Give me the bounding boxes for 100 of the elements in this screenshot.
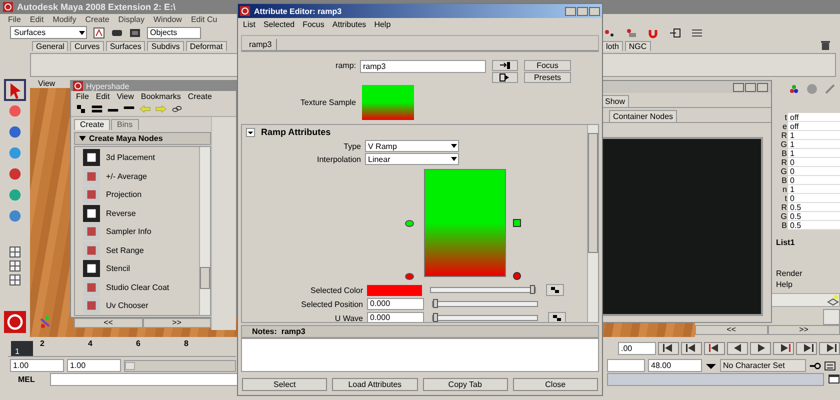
menu-item[interactable]: Window [154,15,182,24]
editor-button[interactable]: Focus [524,60,571,71]
layout-icon[interactable] [9,274,21,286]
shelf-tab[interactable]: loth [602,40,623,50]
close-button[interactable] [589,6,600,16]
menu-item[interactable]: List [243,20,256,29]
menu-item[interactable]: Focus [302,20,324,29]
time-slider[interactable]: 1 2 4 6 8 [8,339,236,357]
maximize-button[interactable] [577,6,588,16]
slider-track[interactable] [432,315,538,321]
range-start-field[interactable]: 1.00 [67,359,121,372]
window-control[interactable] [757,82,768,92]
action-button[interactable]: Load Attributes [332,378,418,391]
command-input[interactable] [50,372,238,386]
menu-item[interactable]: Create [188,92,212,101]
checker-icon[interactable] [75,103,87,115]
action-button[interactable]: Copy Tab [422,378,508,391]
app-logo-icon[interactable] [4,311,26,333]
trash-icon[interactable] [821,40,830,51]
node-list-item[interactable]: 3d Placement [83,149,199,166]
nav-button[interactable]: << [695,325,768,335]
ramp-handle[interactable] [405,220,414,227]
node-list-item[interactable]: Projection [83,186,199,204]
render-icon[interactable] [93,26,105,38]
layout-icon[interactable] [9,260,21,272]
node-list-item[interactable]: +/- Average [83,168,199,185]
minimize-button[interactable] [565,6,576,16]
node-list-item[interactable]: Set Range [83,242,199,259]
channel-value[interactable]: off [788,113,840,122]
channel-value[interactable]: 0 [788,176,840,185]
channel-value[interactable]: 0 [788,167,840,176]
menu-item[interactable]: Selected [263,20,295,29]
node-name-field[interactable]: ramp3 [360,60,486,73]
channel-value[interactable]: 1 [788,140,840,149]
scrollbar[interactable] [587,125,598,322]
delete-handle[interactable] [513,272,521,280]
script-editor-icon[interactable] [828,373,840,385]
shelf-set-dropdown[interactable]: Surfaces [10,26,87,39]
preferences-icon[interactable] [824,360,836,372]
current-frame-marker[interactable]: 1 [11,341,33,356]
nav-button[interactable]: >> [142,318,211,328]
slider-thumb[interactable] [433,299,438,308]
shelf-tab[interactable]: NGC [624,40,651,50]
channel-value[interactable]: 1 [788,185,840,194]
option-dropdown[interactable]: Linear [365,153,459,165]
channel-value[interactable]: 1 [788,131,840,140]
selection-mode-field[interactable]: Objects [147,26,201,38]
step-back-key-button[interactable] [704,342,725,354]
collapse-icon[interactable] [246,128,255,136]
ramp-handle[interactable] [405,273,414,280]
menu-item[interactable]: View [38,79,56,88]
notes-field[interactable] [241,338,599,372]
menu-item[interactable]: File [8,15,21,24]
node-list-item[interactable]: Stencil [83,260,199,278]
menu-item[interactable]: Help [776,280,840,289]
action-button[interactable]: Select [242,378,328,391]
link-icon[interactable] [171,103,183,115]
tab[interactable]: ramp3 [245,39,277,50]
menu-item[interactable]: Bookmarks [140,92,181,101]
shelf-tab[interactable]: Subdivs [147,40,184,50]
map-texture-button[interactable] [548,312,566,322]
window-control[interactable] [733,82,744,92]
split-layout-icon[interactable] [91,103,103,115]
shelf-tab[interactable]: Deformat [186,40,227,50]
shelf-tab[interactable]: Curves [70,40,104,50]
window-control[interactable] [745,82,756,92]
character-set-field[interactable]: No Character Set [720,359,806,372]
input-connections-button[interactable] [492,60,518,71]
option-dropdown[interactable]: V Ramp [365,140,459,152]
slider-track[interactable] [430,287,536,293]
range-slider-thumb[interactable] [125,362,135,370]
step-forward-key-button[interactable] [773,342,794,354]
nav-button[interactable]: >> [768,325,840,335]
tab[interactable]: Bins [111,119,139,130]
menu-item[interactable]: Render [776,269,840,278]
map-texture-button[interactable] [546,284,564,296]
channel-value[interactable]: 0.5 [788,203,840,212]
scrollbar[interactable] [823,309,840,325]
menu-item[interactable]: Create [85,15,110,24]
channel-value[interactable]: 1 [788,149,840,158]
node-list-item[interactable]: Sampler Info [83,223,199,240]
channel-value[interactable]: 0 [788,158,840,167]
channel-value[interactable]: 0.5 [788,212,840,221]
menu-item[interactable]: View [116,92,134,101]
step-back-frame-button[interactable] [681,342,702,354]
menu-item[interactable]: Help [374,20,391,29]
nav-button[interactable]: << [74,318,142,328]
section-header[interactable]: Create Maya Nodes [74,132,211,145]
menu-item[interactable]: File [76,92,89,101]
range-slider[interactable] [124,360,236,372]
new-layer-icon[interactable] [827,294,839,306]
panel-tab[interactable]: Show [601,95,630,107]
current-time-field[interactable]: .00 [618,342,656,354]
output-connections-button[interactable] [492,72,518,83]
select-arrow-icon[interactable] [6,81,24,99]
menu-item[interactable]: Modify [52,15,76,24]
go-to-end-button[interactable] [819,342,840,354]
channel-value[interactable]: 0.5 [788,221,840,230]
menu-item[interactable]: Display [118,15,144,24]
node-list-item[interactable]: Uv Chooser [83,297,199,314]
